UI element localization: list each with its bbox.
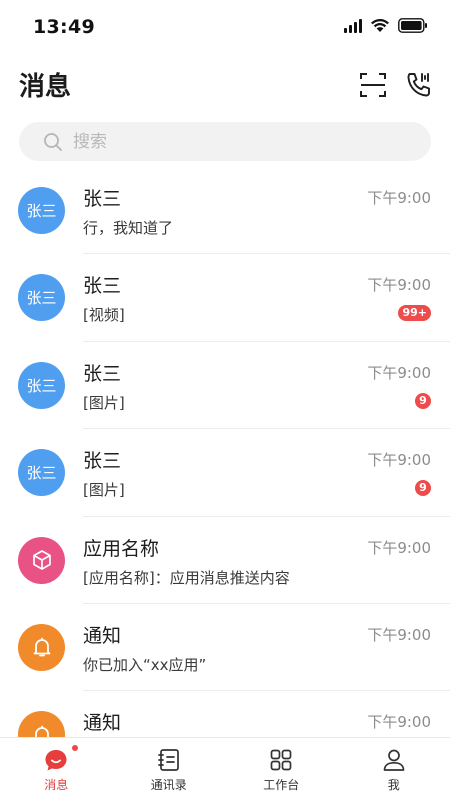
status-time: 13:49 (33, 16, 95, 38)
contacts-icon (157, 749, 179, 771)
page-title: 消息 (19, 72, 72, 102)
conversation-name: 张三 (83, 450, 122, 473)
unread-badge: 9 (415, 480, 431, 497)
chat-icon (45, 750, 67, 771)
conversation-preview: [图片] (83, 393, 125, 412)
tab-bar: 消息 通讯录 工作台 我 (0, 737, 450, 800)
conversation-time: 下午9:00 (367, 363, 431, 382)
avatar-text: 张三 (26, 202, 57, 220)
conversation-name: 张三 (83, 362, 122, 385)
avatar: 张三 (18, 187, 65, 234)
tab-contacts[interactable]: 通讯录 (113, 738, 226, 800)
wifi-icon (371, 19, 389, 32)
conversation-item[interactable]: 通知 你已加入“xx应用” 下午9:00 (0, 604, 450, 692)
tab-me[interactable]: 我 (338, 738, 450, 800)
tab-label: 工作台 (263, 778, 300, 792)
conversation-time: 下午9:00 (367, 189, 431, 207)
avatar (18, 536, 65, 584)
conversation-item[interactable]: 张三 张三 [图片] 下午9:00 9 (0, 342, 450, 430)
conversation-name: 通知 (83, 624, 122, 647)
conversation-name: 张三 (83, 188, 122, 210)
conversation-time: 下午9:00 (367, 451, 431, 470)
conversation-name: 张三 (83, 275, 122, 298)
conversation-preview: [视频] (83, 306, 125, 325)
avatar-text: 张三 (26, 376, 57, 395)
conversation-preview: 你已加入“xx应用” (83, 655, 207, 674)
bell-icon (34, 725, 49, 737)
tab-workbench[interactable]: 工作台 (225, 738, 338, 800)
search-bar[interactable] (19, 122, 431, 161)
avatar (18, 711, 65, 737)
bell-icon (33, 638, 50, 657)
conversation-item[interactable]: 张三 张三 [图片] 下午9:00 9 (0, 429, 450, 517)
conversation-item[interactable]: 张三 张三 [视频] 下午9:00 99+ (0, 254, 450, 342)
conversation-time: 下午9:00 (367, 538, 431, 557)
conversation-time: 下午9:00 (367, 713, 431, 732)
tab-label: 通讯录 (150, 778, 187, 792)
phone-icon (407, 73, 430, 97)
conversation-list: 张三 张三 行，我知道了 下午9:00 张三 张三 [视频] 下午9:00 99… (0, 167, 450, 737)
status-icons (344, 18, 428, 33)
tab-label: 我 (387, 778, 400, 792)
conversation-time: 下午9:00 (367, 276, 431, 295)
avatar: 张三 (18, 274, 65, 322)
scan-button[interactable] (356, 68, 390, 102)
conversation-item[interactable]: 通知 下午9:00 (0, 691, 450, 737)
unread-badge: 99+ (398, 305, 431, 322)
cube-icon (32, 550, 51, 570)
conversation-item[interactable]: 应用名称 [应用名称]：应用消息推送内容 下午9:00 (0, 517, 450, 604)
conversation-preview: [应用名称]：应用消息推送内容 (83, 568, 290, 587)
conversation-preview: 行，我知道了 (83, 219, 174, 237)
grid-icon (270, 749, 292, 771)
avatar: 张三 (18, 361, 65, 409)
avatar-text: 张三 (26, 464, 57, 483)
unread-dot (72, 745, 78, 751)
scan-icon (360, 73, 386, 97)
signal-icon (344, 18, 362, 33)
conversation-item[interactable]: 张三 张三 行，我知道了 下午9:00 (0, 167, 450, 255)
header: 消息 (0, 56, 450, 116)
conversation-preview: [图片] (83, 481, 125, 500)
person-icon (383, 749, 405, 771)
avatar-text: 张三 (26, 289, 57, 308)
avatar (18, 623, 65, 671)
search-input[interactable] (73, 131, 393, 152)
avatar: 张三 (18, 449, 65, 497)
status-bar: 13:49 (0, 0, 450, 56)
search-icon (44, 132, 62, 151)
battery-icon (398, 18, 427, 33)
conversation-time: 下午9:00 (367, 625, 431, 644)
tab-messages[interactable]: 消息 (0, 738, 113, 800)
unread-badge: 9 (415, 392, 431, 409)
call-button[interactable] (402, 68, 436, 102)
tab-label: 消息 (44, 778, 69, 792)
conversation-name: 应用名称 (83, 537, 160, 560)
conversation-name: 通知 (83, 712, 122, 735)
